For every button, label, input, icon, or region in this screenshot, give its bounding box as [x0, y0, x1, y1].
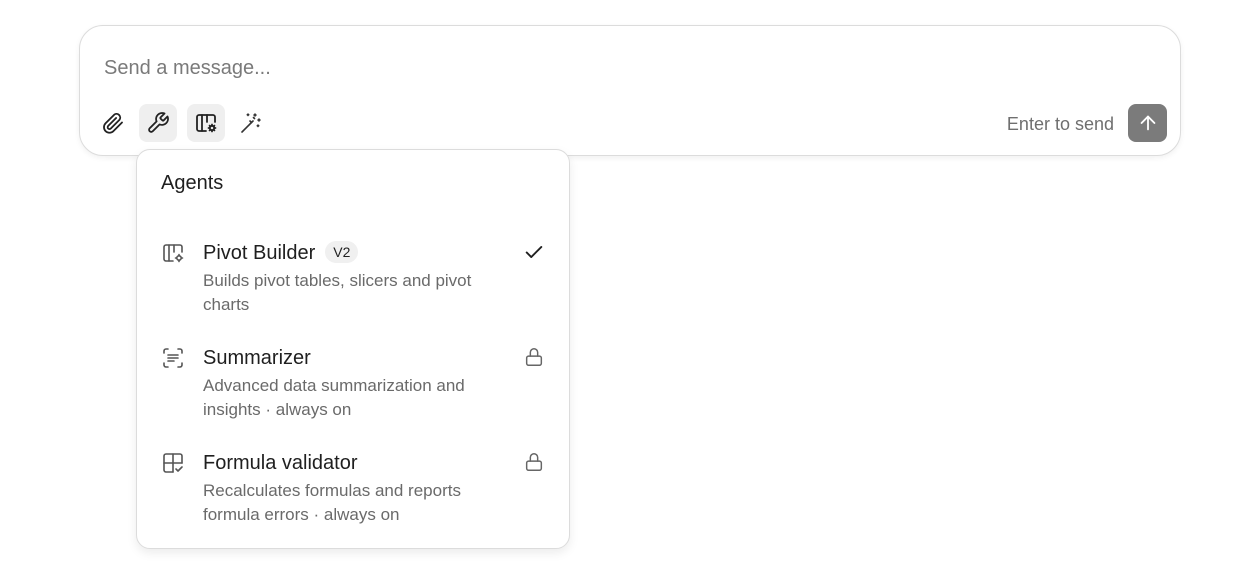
- agents-button[interactable]: [187, 104, 225, 142]
- agent-name: Summarizer: [203, 347, 311, 369]
- agents-menu-title: Agents: [161, 172, 224, 194]
- send-button[interactable]: [1128, 104, 1167, 142]
- message-input[interactable]: [104, 54, 1104, 82]
- paperclip-icon: [103, 113, 123, 134]
- agent-name: Formula validator: [203, 452, 358, 474]
- arrow-up-icon: [1140, 115, 1155, 131]
- pivot-table-icon: [196, 114, 217, 133]
- agent-description: Advanced data summarization and insights…: [203, 376, 465, 419]
- pivot-table-icon: [163, 244, 184, 263]
- agent-name: Pivot Builder V2: [203, 241, 359, 265]
- magic-wand-icon: [241, 113, 261, 133]
- agents-dropdown: Agents Pivot Builder V2 Builds pivot tabl…: [136, 149, 570, 549]
- agent-description: Builds pivot tables, slicers and pivot c…: [203, 271, 472, 314]
- lock-icon: [525, 348, 543, 366]
- enter-to-send-hint: Enter to send: [1006, 114, 1114, 134]
- tools-button[interactable]: [139, 104, 177, 142]
- summarize-icon: [163, 348, 183, 368]
- lock-icon: [525, 453, 543, 471]
- agent-item-pivot-builder[interactable]: Pivot Builder V2 Builds pivot tables, sli…: [137, 241, 569, 331]
- attach-button[interactable]: [94, 104, 132, 142]
- wrench-icon: [148, 112, 169, 133]
- message-composer: Enter to send: [79, 25, 1181, 156]
- magic-button[interactable]: [232, 104, 270, 142]
- agent-item-summarizer[interactable]: Summarizer Advanced data summarization a…: [137, 346, 569, 436]
- agent-item-formula-validator[interactable]: Formula validator Recalculates formulas …: [137, 451, 569, 541]
- version-badge: V2: [325, 241, 359, 263]
- formula-check-icon: [163, 453, 183, 473]
- agent-description: Recalculates formulas and reports formul…: [203, 481, 461, 524]
- checkmark-icon: [525, 246, 543, 258]
